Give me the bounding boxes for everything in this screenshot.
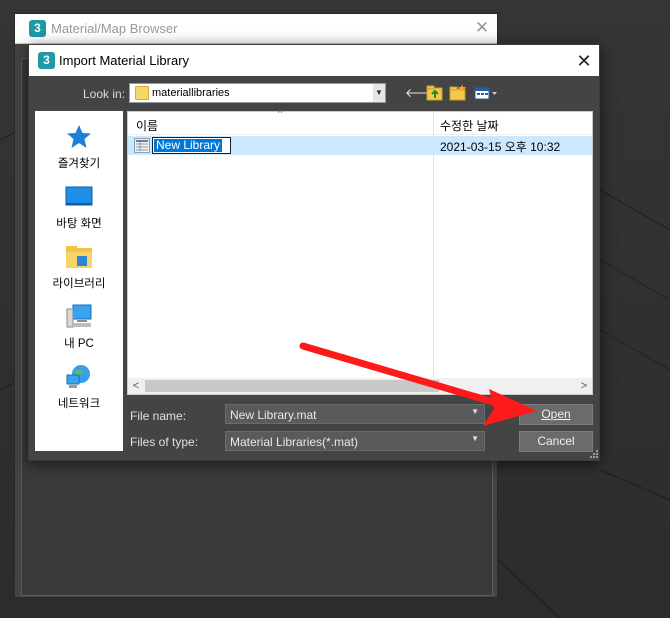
resize-grip-icon[interactable]: [587, 449, 599, 461]
look-in-dropdown[interactable]: materiallibraries ▼: [129, 83, 386, 103]
dialog-title: Import Material Library: [59, 53, 190, 68]
files-of-type-dropdown[interactable]: Material Libraries(*.mat) ▼: [225, 431, 485, 451]
star-icon: [67, 125, 91, 148]
chevron-down-icon[interactable]: ▼: [471, 434, 479, 443]
files-of-type-value: Material Libraries(*.mat): [230, 435, 359, 449]
browser-window-title: Material/Map Browser: [51, 21, 178, 36]
header-separator: [128, 134, 592, 135]
app-logo-icon: 3: [38, 52, 55, 69]
place-label: 내 PC: [64, 338, 94, 350]
file-name-selected-text: New Library: [154, 138, 223, 152]
look-in-label: Look in:: [83, 87, 126, 101]
file-name-label: File name:: [130, 409, 187, 423]
folder-icon: [135, 86, 149, 100]
places-bar: 즐겨찾기 바탕 화면 라이브러리 내 PC 네트워크: [35, 111, 123, 451]
new-folder-icon[interactable]: [448, 83, 468, 103]
network-icon: [66, 365, 90, 388]
file-modified-date: 2021-03-15 오후 10:32: [440, 140, 561, 154]
column-header-date-modified[interactable]: 수정한 날짜: [440, 117, 499, 134]
place-label: 바탕 화면: [56, 218, 102, 230]
scrollbar-thumb[interactable]: [145, 380, 439, 392]
up-folder-icon[interactable]: [425, 83, 445, 103]
material-library-file-icon: [134, 138, 150, 153]
place-desktop[interactable]: 바탕 화면: [35, 179, 123, 237]
file-name-value: New Library.mat: [230, 408, 317, 422]
place-network[interactable]: 네트워크: [35, 359, 123, 417]
table-row[interactable]: New Library 2021-03-15 오후 10:32: [128, 136, 592, 155]
place-libraries[interactable]: 라이브러리: [35, 239, 123, 297]
place-label: 라이브러리: [52, 278, 106, 290]
close-icon[interactable]: ✕: [572, 49, 596, 73]
cancel-button[interactable]: Cancel: [519, 431, 593, 452]
import-material-library-dialog: 3 Import Material Library ✕ Look in: mat…: [28, 44, 600, 461]
sort-ascending-icon: ^: [278, 108, 283, 118]
desktop-icon: [65, 186, 93, 206]
dialog-titlebar: 3 Import Material Library ✕: [29, 45, 599, 76]
open-button-label: Open: [541, 407, 571, 421]
files-of-type-label: Files of type:: [130, 435, 199, 449]
back-arrow-icon[interactable]: 🡐: [405, 83, 437, 103]
computer-icon: [66, 304, 92, 328]
app-logo-icon: 3: [29, 20, 46, 37]
place-label: 즐겨찾기: [57, 158, 101, 170]
chevron-down-icon[interactable]: ▼: [471, 407, 479, 416]
open-button[interactable]: Open: [519, 404, 593, 425]
place-label: 네트워크: [57, 398, 101, 410]
file-list: 이름 ^ 수정한 날짜 New Library 2021-03-15 오후 10…: [127, 108, 593, 395]
place-favorites[interactable]: 즐겨찾기: [35, 119, 123, 177]
chevron-left-icon[interactable]: <: [128, 378, 144, 394]
chevron-down-icon[interactable]: ▼: [373, 84, 385, 102]
browser-titlebar: 3 Material/Map Browser ✕: [15, 14, 497, 44]
view-menu-icon[interactable]: [472, 83, 500, 103]
file-name-input[interactable]: New Library.mat ▼: [225, 404, 485, 424]
library-icon: [66, 246, 92, 268]
chevron-right-icon[interactable]: >: [576, 378, 592, 394]
column-header-name[interactable]: 이름: [136, 117, 158, 134]
horizontal-scrollbar[interactable]: < >: [128, 378, 592, 394]
close-icon[interactable]: ✕: [471, 17, 493, 39]
look-in-value: materiallibraries: [152, 87, 230, 99]
place-this-pc[interactable]: 내 PC: [35, 299, 123, 357]
rename-field[interactable]: New Library: [152, 137, 231, 154]
